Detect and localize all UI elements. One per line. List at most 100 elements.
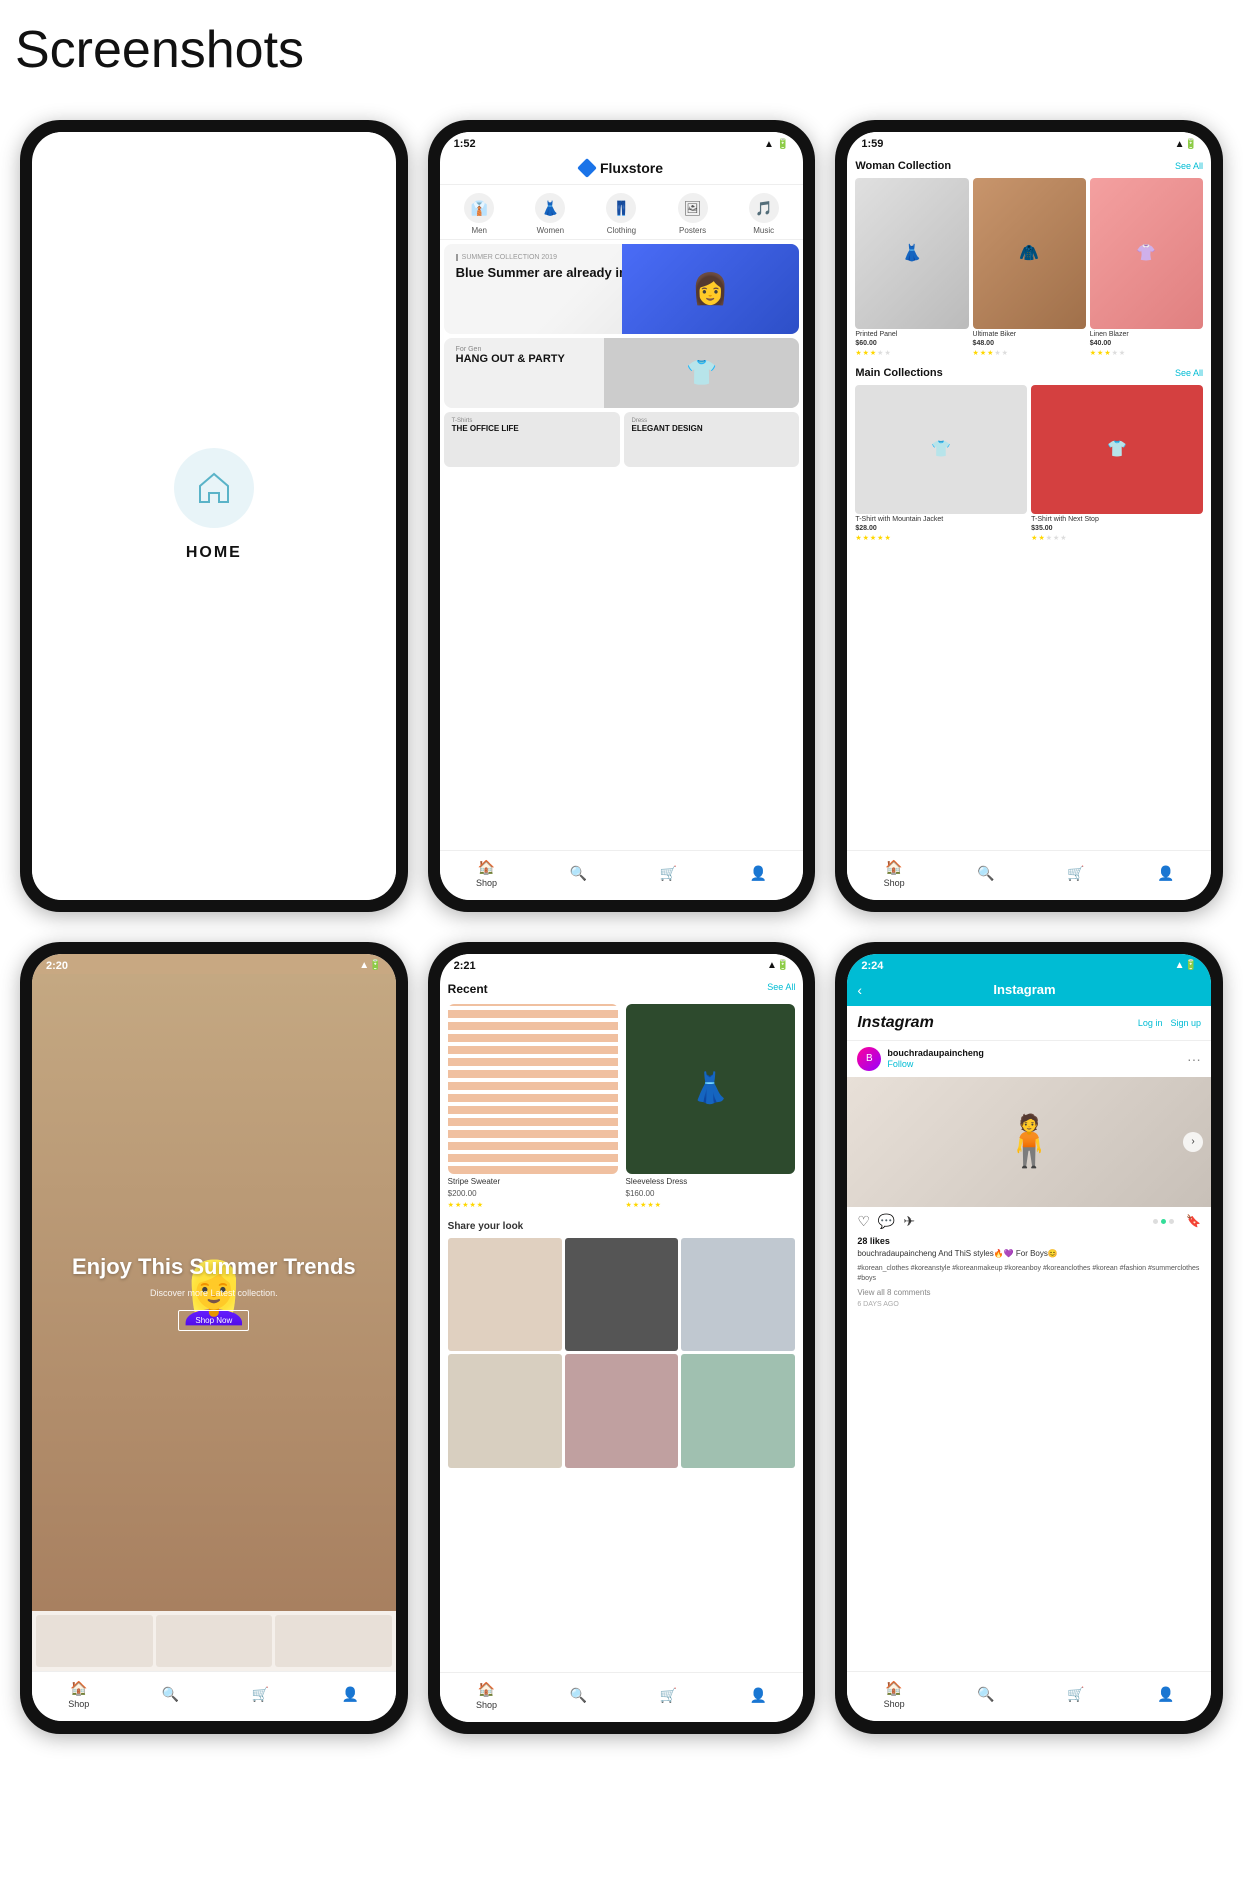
instagram-hashtags: #korean_clothes #koreanstyle #koreanmake… [847,1262,1211,1286]
instagram-back-button[interactable]: ‹ [857,982,862,998]
wc-status-icons: ▲🔋 [1175,139,1197,150]
wc-product-4[interactable]: 👕 T-Shirt with Mountain Jacket $28.00 ★★… [855,385,1027,542]
flux-banner2[interactable]: For Gen HANG OUT & PARTY 👕 [444,338,800,408]
share-grid-item-3[interactable] [681,1238,795,1352]
wc-product-5[interactable]: 👕 T-Shirt with Next Stop $35.00 ★★★★★ [1031,385,1203,542]
flux-cat-men[interactable]: 👔 Men [464,193,494,235]
instagram-bottom-search[interactable]: 🔍 [977,1686,994,1703]
summer-text-overlay: Enjoy This Summer Trends Discover more L… [72,1254,356,1331]
recent-see-all[interactable]: See All [767,982,795,996]
wc-content: Woman Collection See All 👗 Printed Panel… [847,152,1211,850]
instagram-shop-label: Shop [884,1699,905,1709]
recent-bottom-bar: 🏠 Shop 🔍 🛒 👤 [440,1672,804,1722]
instagram-avatar: B [857,1047,881,1071]
wc-bottom-profile[interactable]: 👤 [1157,865,1174,882]
fluxstore-logo-text: Fluxstore [600,160,663,176]
recent-section-title: Recent [448,982,488,996]
wc-product-4-price: $28.00 [855,525,1027,532]
wc-product-5-name: T-Shirt with Next Stop [1031,516,1203,523]
instagram-post-header: B bouchradaupaincheng Follow ··· [847,1041,1211,1077]
summer-shop-now-button[interactable]: Shop Now [178,1310,249,1331]
summer-bottom-shop[interactable]: 🏠 Shop [68,1680,89,1709]
recent-product-1[interactable]: Stripe Sweater $200.00 ★★★★★ [448,1004,618,1209]
instagram-username[interactable]: bouchradaupaincheng [887,1048,984,1058]
summer-bottom-search[interactable]: 🔍 [162,1686,179,1703]
share-grid-item-5[interactable] [565,1354,679,1468]
summer-bottom-cart[interactable]: 🛒 [252,1686,269,1703]
wc-product-1-name: Printed Panel [855,331,968,338]
flux-cat-music[interactable]: 🎵 Music [749,193,779,235]
recent-products-list: Stripe Sweater $200.00 ★★★★★ 👗 Sleeveles… [448,1004,796,1209]
wc-product-2-stars: ★★★★★ [973,349,1086,357]
wc-bottom-shop[interactable]: 🏠 Shop [884,859,905,888]
wc-product-3-name: Linen Blazer [1090,331,1203,338]
wc-product-1[interactable]: 👗 Printed Panel $60.00 ★★★★★ [855,178,968,357]
instagram-post-image: 🧍 › [847,1077,1211,1207]
recent-bottom-shop[interactable]: 🏠 Shop [476,1681,497,1710]
wc-product-3[interactable]: 👚 Linen Blazer $40.00 ★★★★★ [1090,178,1203,357]
instagram-bottom-shop[interactable]: 🏠 Shop [884,1680,905,1709]
flux-banner1[interactable]: SUMMER COLLECTION 2019 Blue Summer are a… [444,244,800,334]
page-title: Screenshots [10,20,1233,80]
flux-cat-clothing-icon: 👖 [606,193,636,223]
instagram-more-options[interactable]: ··· [1187,1051,1201,1067]
instagram-login-link[interactable]: Log in [1138,1018,1163,1028]
status-bar-fluxstore: 1:52 ▲ 🔋 [440,132,804,152]
share-grid-item-1[interactable] [448,1238,562,1352]
recent-section-header: Recent See All [448,982,796,996]
instagram-signup-link[interactable]: Sign up [1170,1018,1201,1028]
bottom-search[interactable]: 🔍 [570,865,587,882]
phone-summer: 2:20 ▲🔋 👱‍♀️ Enjoy This Summer Trends Di… [20,942,408,1734]
instagram-share-icon[interactable]: ✈ [903,1213,915,1230]
wc-section1-title: Woman Collection [855,160,951,172]
flux-cat-clothing[interactable]: 👖 Clothing [606,193,636,235]
recent-product-2[interactable]: 👗 Sleeveless Dress $160.00 ★★★★★ [626,1004,796,1209]
recent-search-icon: 🔍 [570,1687,587,1704]
summer-cart-icon: 🛒 [252,1686,269,1703]
summer-title: Enjoy This Summer Trends [72,1254,356,1280]
wc-search-icon: 🔍 [977,865,994,882]
instagram-bookmark-icon[interactable]: 🔖 [1186,1214,1201,1228]
bottom-profile[interactable]: 👤 [750,865,767,882]
summer-content: 👱‍♀️ Enjoy This Summer Trends Discover m… [32,974,396,1612]
recent-bottom-cart[interactable]: 🛒 [660,1687,677,1704]
bottom-shop[interactable]: 🏠 Shop [476,859,497,888]
flux-mini-2[interactable]: Dress ELEGANT DESIGN [624,412,800,467]
wc-section1-see-all[interactable]: See All [1175,161,1203,171]
flux-mini-1-title: THE OFFICE LIFE [452,424,612,434]
instagram-follow-button[interactable]: Follow [887,1059,984,1069]
flux-cat-women-icon: 👗 [535,193,565,223]
summer-bottom-profile[interactable]: 👤 [342,1686,359,1703]
wc-section2-see-all[interactable]: See All [1175,368,1203,378]
instagram-comment-icon[interactable]: 💬 [878,1213,895,1230]
wc-product-2[interactable]: 🧥 Ultimate Biker $48.00 ★★★★★ [973,178,1086,357]
screenshots-grid: HOME 1:52 ▲ 🔋 Fluxstore 👔 [10,110,1233,1744]
recent-bottom-search[interactable]: 🔍 [570,1687,587,1704]
instagram-bottom-cart[interactable]: 🛒 [1067,1686,1084,1703]
instagram-like-icon[interactable]: ♡ [857,1213,870,1230]
instagram-next-arrow[interactable]: › [1183,1132,1203,1152]
fluxstore-bottom-bar: 🏠 Shop 🔍 🛒 👤 [440,850,804,900]
instagram-status-icons: ▲🔋 [1175,960,1197,971]
bottom-cart[interactable]: 🛒 [660,865,677,882]
instagram-bottom-profile[interactable]: 👤 [1157,1686,1174,1703]
fluxstore-categories: 👔 Men 👗 Women 👖 Clothing 🖼 Posters 🎵 [440,185,804,240]
recent-bottom-profile[interactable]: 👤 [750,1687,767,1704]
flux-cat-music-label: Music [753,226,774,235]
instagram-profile-icon: 👤 [1157,1686,1174,1703]
instagram-view-comments[interactable]: View all 8 comments [847,1286,1211,1299]
wc-bottom-search[interactable]: 🔍 [977,865,994,882]
flux-mini-1[interactable]: T-Shirts THE OFFICE LIFE [444,412,620,467]
flux-cat-posters[interactable]: 🖼 Posters [678,193,708,235]
instagram-search-icon: 🔍 [977,1686,994,1703]
flux-cat-women[interactable]: 👗 Women [535,193,565,235]
share-grid-item-6[interactable] [681,1354,795,1468]
wc-bottom-cart[interactable]: 🛒 [1067,865,1084,882]
instagram-person-image: 🧍 [998,1112,1060,1171]
phone-woman-collection: 1:59 ▲🔋 Woman Collection See All 👗 Print… [835,120,1223,912]
instagram-content: Instagram Log in Sign up B bouchradaupai… [847,1006,1211,1672]
share-grid-item-4[interactable] [448,1354,562,1468]
cart-icon: 🛒 [660,865,677,882]
summer-shop-icon: 🏠 [70,1680,87,1697]
share-grid-item-2[interactable] [565,1238,679,1352]
